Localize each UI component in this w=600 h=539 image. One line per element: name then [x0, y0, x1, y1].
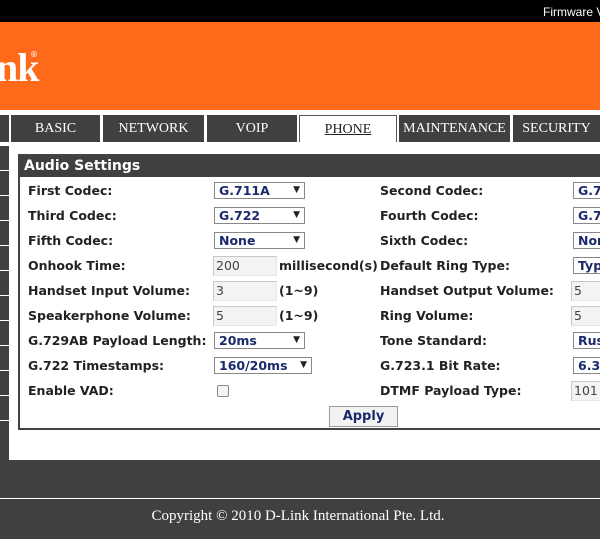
g722-timestamps-select[interactable]: 160/20ms ▼ [214, 357, 312, 374]
enable-vad-label: Enable VAD: [28, 383, 114, 398]
sidebar-divider [0, 270, 9, 271]
tab-network[interactable]: NETWORK [103, 115, 204, 142]
sixth-codec-select[interactable]: Non [573, 232, 600, 249]
g729ab-payload-length-select[interactable]: 20ms ▼ [214, 332, 305, 349]
main-nav: BASIC NETWORK VOIP PHONE MAINTENANCE SEC… [0, 110, 600, 146]
sidebar-divider [0, 395, 9, 396]
default-ring-type-select[interactable]: Typ [573, 257, 600, 274]
onhook-time-label: Onhook Time: [28, 258, 126, 273]
tab-phone[interactable]: PHONE [299, 115, 397, 142]
sidebar-divider [0, 220, 9, 221]
onhook-time-unit: millisecond(s) [279, 258, 378, 273]
sidebar-divider [0, 370, 9, 371]
sidebar-divider [0, 420, 9, 421]
sidebar-divider [0, 170, 9, 171]
handset-input-volume-label: Handset Input Volume: [28, 283, 190, 298]
copyright-text: Copyright © 2010 D-Link International Pt… [151, 508, 445, 524]
chevron-down-icon: ▼ [293, 185, 300, 195]
ring-volume-input[interactable]: 5 [571, 306, 600, 326]
tab-voip[interactable]: VOIP [207, 115, 297, 142]
handset-input-volume-input[interactable]: 3 [213, 281, 277, 301]
handset-output-volume-label: Handset Output Volume: [380, 283, 554, 298]
sidebar-divider [0, 295, 9, 296]
tab-basic[interactable]: BASIC [11, 115, 100, 142]
left-sidebar [0, 146, 9, 460]
top-bar: Firmware V [0, 0, 600, 22]
footer: Copyright © 2010 D-Link International Pt… [0, 460, 600, 539]
chevron-down-icon: ▼ [293, 210, 300, 220]
apply-button[interactable]: Apply [329, 406, 398, 427]
sidebar-divider [0, 195, 9, 196]
ring-volume-label: Ring Volume: [380, 308, 474, 323]
registered-mark: ® [30, 50, 38, 59]
tab-security[interactable]: SECURITY [513, 115, 600, 142]
tone-standard-label: Tone Standard: [380, 333, 487, 348]
dtmf-payload-type-label: DTMF Payload Type: [380, 383, 522, 398]
first-codec-label: First Codec: [28, 183, 113, 198]
default-ring-type-label: Default Ring Type: [380, 258, 510, 273]
firmware-label: Firmware V [543, 5, 600, 19]
g722-timestamps-label: G.722 Timestamps: [28, 358, 165, 373]
speakerphone-volume-input[interactable]: 5 [213, 306, 277, 326]
second-codec-label: Second Codec: [380, 183, 484, 198]
g7231-bit-rate-label: G.723.1 Bit Rate: [380, 358, 501, 373]
tone-standard-select[interactable]: Rus [573, 332, 600, 349]
onhook-time-input[interactable]: 200 [213, 256, 277, 276]
fourth-codec-label: Fourth Codec: [380, 208, 479, 223]
sidebar-divider [0, 245, 9, 246]
chevron-down-icon: ▼ [293, 235, 300, 245]
handset-output-volume-input[interactable]: 5 [571, 281, 600, 301]
footer-divider [0, 498, 600, 499]
handset-input-volume-range: (1~9) [279, 283, 319, 298]
third-codec-label: Third Codec: [28, 208, 117, 223]
nav-left-stub [0, 115, 9, 142]
g7231-bit-rate-select[interactable]: 6.3 [573, 357, 600, 374]
sidebar-divider [0, 320, 9, 321]
panel-title: Audio Settings [20, 156, 600, 177]
first-codec-select[interactable]: G.711A ▼ [214, 182, 305, 199]
second-codec-select[interactable]: G.7 [573, 182, 600, 199]
tab-maintenance[interactable]: MAINTENANCE [399, 115, 510, 142]
speakerphone-volume-range: (1~9) [279, 308, 319, 323]
chevron-down-icon: ▼ [293, 335, 300, 345]
fifth-codec-select[interactable]: None ▼ [214, 232, 305, 249]
enable-vad-checkbox[interactable] [217, 385, 229, 397]
fifth-codec-label: Fifth Codec: [28, 233, 114, 248]
third-codec-select[interactable]: G.722 ▼ [214, 207, 305, 224]
dtmf-payload-type-input[interactable]: 101 [571, 381, 600, 401]
brand-banner: nk ® [0, 22, 600, 110]
sidebar-divider [0, 345, 9, 346]
chevron-down-icon: ▼ [300, 360, 307, 370]
fourth-codec-select[interactable]: G.7 [573, 207, 600, 224]
speakerphone-volume-label: Speakerphone Volume: [28, 308, 191, 323]
sixth-codec-label: Sixth Codec: [380, 233, 469, 248]
g729ab-payload-length-label: G.729AB Payload Length: [28, 333, 207, 348]
